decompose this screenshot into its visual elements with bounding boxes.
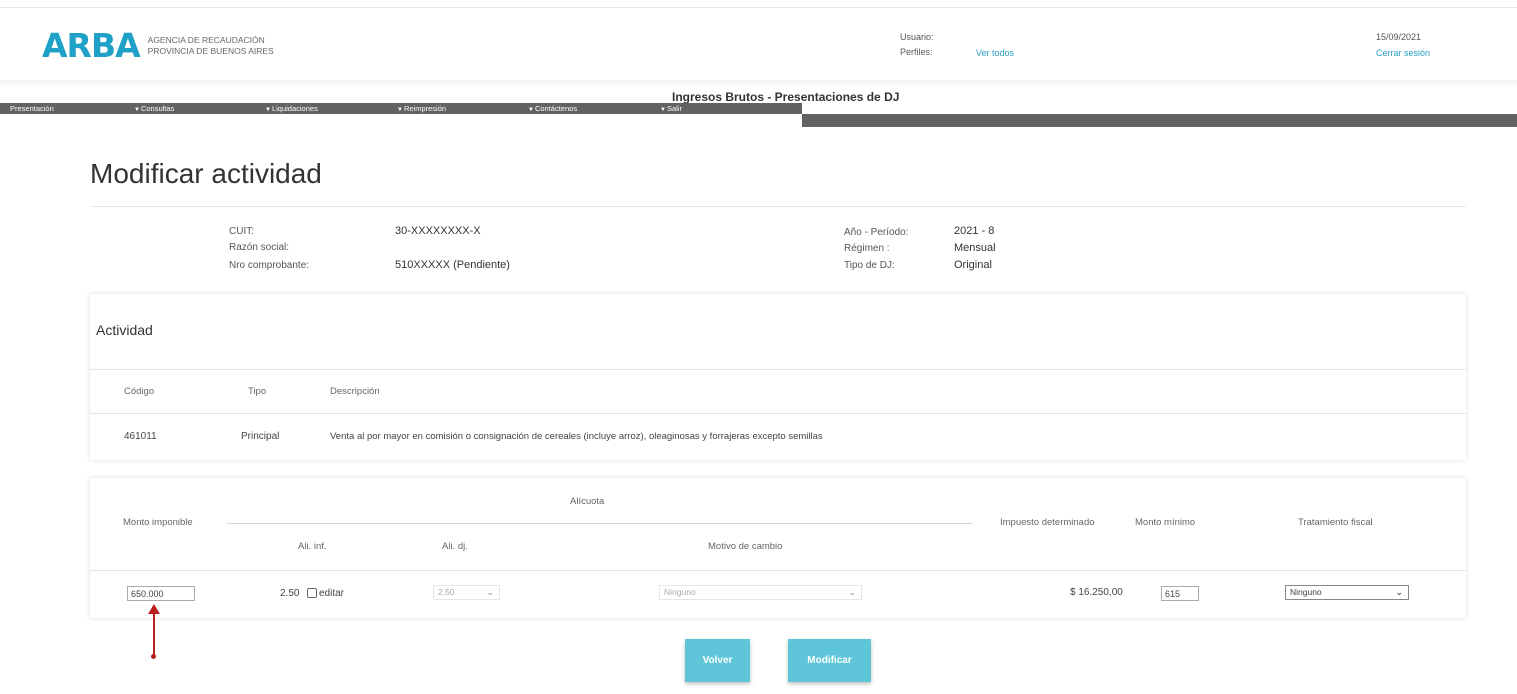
impuesto-determinado-value: $ 16.250,00: [1070, 587, 1123, 598]
col-ali-dj: Ali. dj.: [442, 541, 468, 552]
caret-down-icon: ▼: [134, 107, 140, 113]
chevron-down-icon: ⌄: [1395, 587, 1403, 597]
ali-inf-value: 2.50: [280, 588, 300, 599]
actividad-header-divider: [90, 413, 1466, 414]
tratamiento-selected: Ninguno: [1290, 587, 1322, 597]
cuit-value: 30-XXXXXXXX-X: [395, 225, 481, 237]
razon-social-label: Razón social:: [229, 242, 290, 253]
ali-dj-selected: 2.50: [438, 587, 455, 597]
page-title: Modificar actividad: [90, 158, 322, 189]
col-motivo-cambio: Motivo de cambio: [708, 541, 783, 552]
tratamiento-fiscal-select[interactable]: Ninguno ⌄: [1285, 585, 1409, 600]
chevron-down-icon: ⌄: [848, 587, 856, 597]
menu-presentacion-label: Presentación: [10, 104, 54, 113]
menu-liquidaciones[interactable]: ▼Liquidaciones: [265, 103, 318, 114]
col-monto-minimo: Monto mínimo: [1135, 517, 1196, 528]
col-monto-imponible: Monto imponible: [123, 517, 193, 528]
header-divider: [0, 80, 1517, 88]
menu-reimpresion-label: Reimpresión: [403, 104, 447, 113]
col-impuesto-determinado: Impuesto determinado: [1000, 517, 1095, 528]
caret-down-icon: ▼: [397, 107, 403, 113]
actividad-panel: Actividad Código Tipo Descripción 461011…: [90, 294, 1466, 460]
logo-line-1: AGENCIA DE RECAUDACIÓN: [147, 34, 265, 45]
menu-bar-extension: [802, 114, 1517, 127]
annotation-arrow: [153, 612, 155, 656]
alicuota-panel: Alícuota Monto imponible Ali. inf. Ali. …: [90, 478, 1466, 618]
system-title: Ingresos Brutos - Presentaciones de DJ: [672, 90, 900, 104]
chevron-down-icon: ⌄: [486, 587, 494, 597]
col-tratamiento-fiscal: Tratamiento fiscal: [1298, 517, 1373, 528]
menu-consultas[interactable]: ▼Consultas: [134, 103, 174, 114]
menu-presentacion[interactable]: Presentación: [10, 103, 54, 114]
caret-down-icon: ▼: [660, 107, 666, 113]
perfiles-label: Perfiles:: [900, 47, 933, 57]
menu-reimpresion[interactable]: ▼Reimpresión: [397, 103, 446, 114]
caret-down-icon: ▼: [265, 107, 271, 113]
editar-checkbox[interactable]: [307, 588, 317, 598]
monto-minimo-input[interactable]: 615: [1161, 586, 1199, 601]
nro-comprobante-label: Nro comprobante:: [229, 260, 310, 271]
logo-line-2: PROVINCIA DE BUENOS AIRES: [147, 45, 274, 56]
tipo-dj-label: Tipo de DJ:: [844, 260, 895, 271]
cerrar-sesion-link[interactable]: Cerrar sesión: [1376, 48, 1430, 58]
actividad-title: Actividad: [96, 322, 153, 338]
menu-contactenos-label: Contáctenos: [534, 104, 578, 113]
menu-liquidaciones-label: Liquidaciones: [271, 104, 318, 113]
caret-down-icon: ▼: [528, 107, 534, 113]
usuario-label: Usuario:: [900, 32, 934, 42]
regimen-label: Régimen :: [844, 243, 890, 254]
col-codigo: Código: [124, 386, 155, 397]
motivo-selected: Ninguno: [664, 587, 696, 597]
motivo-cambio-select[interactable]: Ninguno ⌄: [659, 585, 862, 600]
menu-consultas-label: Consultas: [140, 104, 175, 113]
annotation-arrow-tail: [151, 654, 156, 659]
nro-comprobante-value: 510XXXXX (Pendiente): [395, 259, 510, 271]
tipo-dj-value: Original: [954, 259, 992, 271]
col-ali-inf: Ali. inf.: [298, 541, 327, 552]
col-tipo: Tipo: [248, 386, 267, 397]
regimen-value: Mensual: [954, 242, 996, 254]
logo-text: AGENCIA DE RECAUDACIÓN PROVINCIA DE BUEN…: [148, 35, 274, 57]
col-descripcion: Descripción: [330, 386, 380, 397]
ver-todos-link[interactable]: Ver todos: [976, 48, 1014, 58]
top-border: [0, 7, 1517, 8]
anio-periodo-label: Año - Período:: [844, 227, 909, 238]
row-descripcion: Venta al por mayor en comisión o consign…: [330, 431, 823, 442]
monto-imponible-input[interactable]: 650.000: [127, 586, 195, 601]
alicuota-group-line: [227, 523, 972, 524]
alicuota-header-divider: [90, 570, 1466, 571]
arba-logo[interactable]: ARBA AGENCIA DE RECAUDACIÓN PROVINCIA DE…: [42, 26, 274, 65]
editar-label: editar: [319, 588, 345, 599]
cuit-label: CUIT:: [229, 226, 254, 237]
menu-salir-label: Salir: [666, 104, 682, 113]
row-codigo: 461011: [124, 431, 157, 442]
row-tipo: Principal: [241, 431, 280, 442]
menu-contactenos[interactable]: ▼Contáctenos: [528, 103, 577, 114]
actividad-divider: [90, 369, 1466, 370]
alicuota-group-label: Alícuota: [570, 496, 605, 507]
menu-salir[interactable]: ▼Salir: [660, 103, 682, 114]
modificar-button[interactable]: Modificar: [788, 639, 871, 682]
ali-dj-select[interactable]: 2.50 ⌄: [433, 585, 500, 600]
anio-periodo-value: 2021 - 8: [954, 225, 995, 237]
volver-button[interactable]: Volver: [685, 639, 750, 682]
logo-mark: ARBA: [42, 26, 141, 65]
title-divider: [90, 206, 1466, 207]
session-date: 15/09/2021: [1376, 32, 1422, 42]
